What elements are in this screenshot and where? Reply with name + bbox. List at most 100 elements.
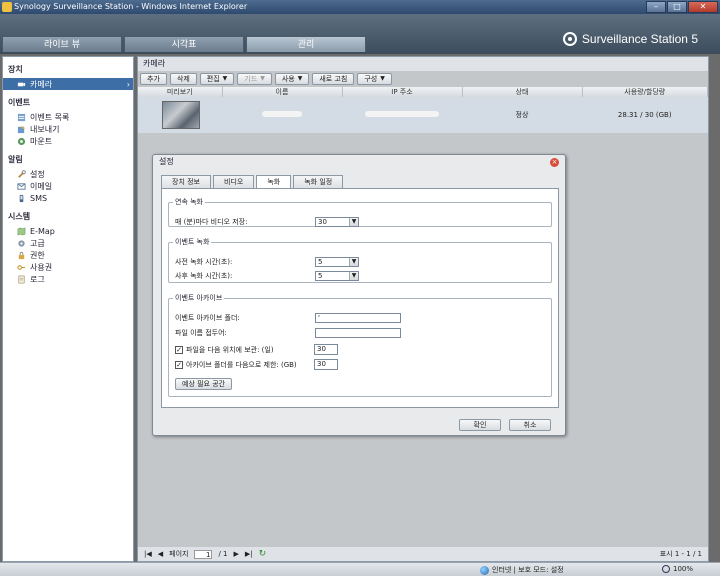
config-button[interactable]: 구성 ▼ [357, 73, 392, 85]
sidebar-item-sms[interactable]: SMS [3, 192, 133, 204]
security-zone[interactable]: 인터넷 | 보호 모드: 설정 [480, 565, 564, 575]
archive-folder-input[interactable]: ' [315, 313, 401, 323]
sidebar-item-label: 설정 [30, 169, 45, 179]
sidebar-item-settings[interactable]: 설정 [3, 168, 133, 180]
field-label: 파일 이름 접두어: [175, 329, 227, 337]
sidebar-item-export[interactable]: 내보내기 [3, 123, 133, 135]
refresh-button[interactable]: 새로 고침 [312, 73, 355, 85]
enable-button[interactable]: 사용 ▼ [274, 73, 310, 85]
cancel-button[interactable]: 취소 [509, 419, 551, 431]
limit-size-checkbox[interactable]: ✓ [175, 360, 183, 369]
tab-recording[interactable]: 녹화 [256, 175, 292, 189]
post-record-select[interactable]: 5 ▼ [315, 271, 359, 281]
sidebar-group-system: 시스템 [8, 212, 31, 221]
sidebar-item-label: 권한 [30, 250, 45, 260]
tab-timeline[interactable]: 시각표 [124, 36, 244, 52]
preview-cell [138, 97, 222, 133]
sidebar-item-mount[interactable]: 마운트 [3, 135, 133, 147]
top-tabs: 라이브 뷰 시각표 관리 [0, 36, 366, 52]
col-name[interactable]: 이름 [222, 87, 343, 97]
sidebar-item-advanced[interactable]: 고급 [3, 237, 133, 249]
guide-button[interactable]: 기드 ▼ [237, 73, 272, 85]
display-range: 표시 1 - 1 / 1 [659, 550, 702, 558]
sidebar-item-log[interactable]: 로그 [3, 273, 133, 285]
brand: Surveillance Station 5 [562, 32, 698, 46]
sidebar-item-email[interactable]: 이메일 [3, 180, 133, 192]
page-input[interactable]: 1 [194, 549, 213, 559]
wrench-icon [18, 169, 26, 178]
sidebar-item-license[interactable]: 사용권 [3, 261, 133, 273]
limit-size-input[interactable]: 30 [314, 359, 338, 370]
zoom-control[interactable]: 100% [662, 565, 693, 573]
sidebar-group-event: 이벤트 [8, 98, 31, 107]
estimate-space-button[interactable]: 예상 필요 공간 [175, 378, 233, 390]
edit-button[interactable]: 편집 ▼ [199, 73, 235, 85]
next-page-button[interactable]: ▶ [234, 550, 239, 558]
keep-days-checkbox[interactable]: ✓ [175, 345, 183, 354]
name-cell [222, 97, 342, 133]
maximize-button[interactable]: □ [667, 1, 687, 13]
map-icon [17, 227, 26, 235]
col-preview[interactable]: 미리보기 [138, 87, 223, 97]
page-total: / 1 [218, 550, 228, 558]
continuous-row: 매 (분)마다 비디오 저장: 30 ▼ [175, 217, 359, 227]
status-cell: 정상 [462, 97, 582, 133]
last-page-button[interactable]: ▶| [245, 550, 253, 558]
sidebar: 장치 카메라 › 이벤트 이벤트 목록 내보내기 마운트 알림 설정 이메일 S… [2, 56, 134, 562]
prev-page-button[interactable]: ◀ [158, 550, 163, 558]
tab-management[interactable]: 관리 [246, 36, 366, 52]
field-label: 이벤트 아카이브 폴더: [175, 314, 240, 322]
usage-cell: 28.31 / 30 (GB) [582, 97, 708, 133]
sidebar-item-label: 내보내기 [30, 124, 60, 134]
pre-record-row: 사전 녹화 시간(초): 5 ▼ [175, 257, 359, 267]
zone-text: 인터넷 | 보호 모드: 설정 [492, 566, 564, 574]
col-ip[interactable]: IP 주소 [342, 87, 463, 97]
window-title-bar: Synology Surveillance Station - Windows … [0, 0, 720, 14]
sidebar-item-event-list[interactable]: 이벤트 목록 [3, 111, 133, 123]
ok-button[interactable]: 확인 [459, 419, 501, 431]
add-button[interactable]: 추가 [140, 73, 167, 85]
pre-record-select[interactable]: 5 ▼ [315, 257, 359, 267]
file-prefix-input[interactable] [315, 328, 401, 338]
close-icon[interactable]: × [550, 158, 559, 167]
sidebar-item-permission[interactable]: 권한 [3, 249, 133, 261]
sidebar-item-emap[interactable]: E-Map [3, 225, 133, 237]
window-title: Synology Surveillance Station - Windows … [14, 2, 248, 11]
dialog-footer: 확인 취소 [459, 419, 551, 431]
sidebar-item-label: E-Map [30, 226, 55, 236]
tab-live-view[interactable]: 라이브 뷰 [2, 36, 122, 52]
select-value: 5 [318, 272, 323, 280]
button-label: 추가 [147, 75, 160, 83]
tab-recording-schedule[interactable]: 녹화 일정 [293, 175, 344, 188]
zoom-level: 100% [673, 565, 694, 573]
keep-days-input[interactable]: 30 [314, 344, 338, 355]
sidebar-item-label: 로그 [30, 274, 45, 284]
tab-device-info[interactable]: 장치 정보 [161, 175, 211, 188]
sidebar-group-notification: 알림 [8, 155, 23, 164]
keep-days-row: ✓ 파일을 다음 위치에 보관: (일) 30 [175, 344, 338, 355]
save-interval-select[interactable]: 30 ▼ [315, 217, 359, 227]
sidebar-item-camera[interactable]: 카메라 › [3, 78, 133, 90]
refresh-icon[interactable]: ↻ [259, 549, 267, 559]
phone-icon [19, 194, 24, 202]
field-label: 사전 녹화 시간(초): [175, 258, 233, 266]
first-page-button[interactable]: |◀ [144, 550, 152, 558]
col-status[interactable]: 상태 [462, 87, 583, 97]
camera-table: 미리보기 이름 IP 주소 상태 사용량/할당량 정상 28.31 / 30 (… [138, 87, 708, 133]
table-row[interactable]: 정상 28.31 / 30 (GB) [138, 97, 708, 133]
tab-video[interactable]: 비디오 [213, 175, 255, 188]
sidebar-item-label: 이메일 [30, 181, 53, 191]
ip-cell [342, 97, 462, 133]
redacted-ip [365, 111, 439, 117]
minimize-button[interactable]: – [646, 1, 666, 13]
table-header: 미리보기 이름 IP 주소 상태 사용량/할당량 [138, 87, 708, 97]
close-window-button[interactable]: ✕ [688, 1, 718, 13]
select-value: 30 [318, 218, 327, 226]
caret-down-icon: ▼ [380, 75, 385, 82]
list-icon [17, 113, 26, 121]
col-usage[interactable]: 사용량/할당량 [582, 87, 708, 97]
button-label: 기드 [244, 75, 258, 83]
dialog-title-bar: 설정 × [153, 155, 565, 169]
delete-button[interactable]: 삭제 [169, 73, 197, 85]
button-label: 사용 [281, 75, 295, 83]
